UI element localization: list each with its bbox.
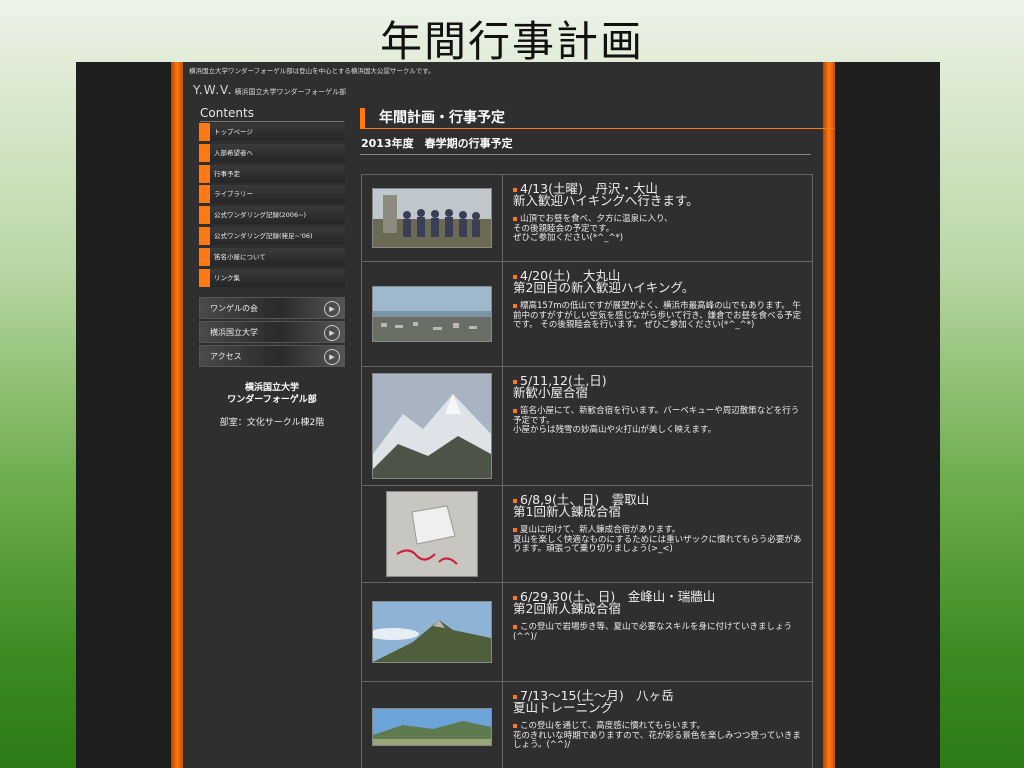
- nav-item-records-2006[interactable]: 公式ワンダリング記録(2006~): [199, 206, 345, 225]
- ridge-panorama-photo: [372, 708, 492, 746]
- event-row: 4/20(土) 大丸山 第2回目の新入歓迎ハイキング。 標高157mの低山ですが…: [362, 262, 812, 367]
- event-row: 7/13～15(土～月) 八ヶ岳 夏山トレーニング この登山を通じて、高度感に慣…: [362, 682, 812, 768]
- play-icon: ▶: [324, 325, 340, 341]
- nav-item-links[interactable]: リンク集: [199, 268, 345, 287]
- club-room: 部室：文化サークル棟2階: [219, 418, 325, 428]
- event-description: 山頂でお昼を食べ、夕方に温泉に入り、 その後親睦会の予定です。 ぜひご参加くださ…: [513, 214, 802, 244]
- page: 横浜国立大学ワンダーフォーゲル部は登山を中心とする横浜国大公認サークルです。 Y…: [183, 62, 834, 768]
- banner-list: ワンゲルの会 ▶ 横浜国立大学 ▶ アクセス ▶: [199, 297, 345, 369]
- nav-item-records-early[interactable]: 公式ワンダリング記録(発足~'06): [199, 226, 345, 245]
- rocky-peak-photo: [372, 601, 492, 663]
- event-table: 4/13(土曜) 丹沢・大山 新入歓迎ハイキングへ行きます。 山頂でお昼を食べ、…: [361, 174, 813, 768]
- nav-item-library[interactable]: ライブラリー: [199, 185, 345, 204]
- banner-label: ワンゲルの会: [210, 304, 258, 313]
- summit-marker-photo: [386, 491, 478, 577]
- event-description: 標高157mの低山ですが展望がよく、横浜市最高峰の山でもあります。 午前中のすが…: [513, 301, 802, 331]
- event-description: この登山を通じて、高度感に慣れてもらいます。 花のきれいな時期でありますので、花…: [513, 721, 801, 751]
- nav-item-join[interactable]: 入部希望者へ: [199, 143, 345, 162]
- event-row: 6/29,30(土、日) 金峰山・瑞牆山 第2回新人錬成合宿 この登山で岩場歩き…: [362, 583, 812, 682]
- event-title: 6/29,30(土、日) 金峰山・瑞牆山 第2回新人錬成合宿: [513, 590, 802, 615]
- banner-university[interactable]: 横浜国立大学 ▶: [199, 321, 345, 343]
- event-row: 5/11,12(土,日) 新歓小屋合宿 笛名小屋にて、新歓合宿を行います。バーベ…: [362, 367, 812, 486]
- event-description: 笛名小屋にて、新歓合宿を行います。バーベキューや周辺散策などを行う予定です。 小…: [513, 406, 802, 436]
- banner-label: 横浜国立大学: [210, 328, 258, 337]
- event-title: 4/20(土) 大丸山 第2回目の新入歓迎ハイキング。: [513, 269, 802, 294]
- nav-item-hut[interactable]: 笛名小屋について: [199, 247, 345, 266]
- slide-title: 年間行事計画: [379, 17, 644, 66]
- site-logo[interactable]: Y.W.V. 横浜国立大学ワンダーフォーゲル部: [193, 83, 346, 97]
- section-heading: 2013年度 春学期の行事予定: [360, 135, 811, 155]
- nav-item-top[interactable]: トップページ: [199, 123, 345, 141]
- event-description: 夏山に向けて、新人錬成合宿があります。 夏山を楽しく快適なものにするためには重い…: [513, 525, 802, 555]
- logo-subtitle: 横浜国立大学ワンダーフォーゲル部: [234, 88, 347, 96]
- site-tagline: 横浜国立大学ワンダーフォーゲル部は登山を中心とする横浜国大公認サークルです。: [189, 67, 435, 75]
- event-row: 4/13(土曜) 丹沢・大山 新入歓迎ハイキングへ行きます。 山頂でお昼を食べ、…: [362, 175, 812, 262]
- sidebar-nav: トップページ 入部希望者へ 行事予定 ライブラリー 公式ワンダリング記録(200…: [199, 123, 345, 289]
- snow-mountain-photo: [372, 373, 492, 479]
- contents-heading: Contents: [200, 106, 344, 122]
- event-title: 4/13(土曜) 丹沢・大山 新入歓迎ハイキングへ行きます。: [513, 182, 802, 207]
- banner-label: アクセス: [210, 352, 242, 361]
- event-description: この登山で岩場歩き等、夏山で必要なスキルを身に付けていきましょう(^^)/: [513, 622, 802, 642]
- event-row: 6/8,9(土、日) 雲取山 第1回新人錬成合宿 夏山に向けて、新人錬成合宿があ…: [362, 486, 812, 583]
- club-name: 横浜国立大学 ワンダーフォーゲル部: [227, 383, 317, 405]
- page-heading: 年間計画・行事予定: [360, 108, 834, 129]
- event-title: 6/8,9(土、日) 雲取山 第1回新人錬成合宿: [513, 493, 802, 518]
- play-icon: ▶: [324, 349, 340, 365]
- left-accent-bar: [171, 62, 183, 768]
- nav-item-schedule[interactable]: 行事予定: [199, 164, 345, 183]
- banner-ob-club[interactable]: ワンゲルの会 ▶: [199, 297, 345, 319]
- event-title: 5/11,12(土,日) 新歓小屋合宿: [513, 374, 802, 399]
- city-view-photo: [372, 286, 492, 342]
- banner-access[interactable]: アクセス ▶: [199, 345, 345, 367]
- event-title: 7/13～15(土～月) 八ヶ岳 夏山トレーニング: [513, 689, 802, 714]
- logo-text: Y.W.V.: [193, 83, 233, 97]
- play-icon: ▶: [324, 301, 340, 317]
- right-accent-bar: [823, 62, 835, 768]
- website-screenshot: 横浜国立大学ワンダーフォーゲル部は登山を中心とする横浜国大公認サークルです。 Y…: [76, 62, 940, 768]
- group-photo: [372, 188, 492, 248]
